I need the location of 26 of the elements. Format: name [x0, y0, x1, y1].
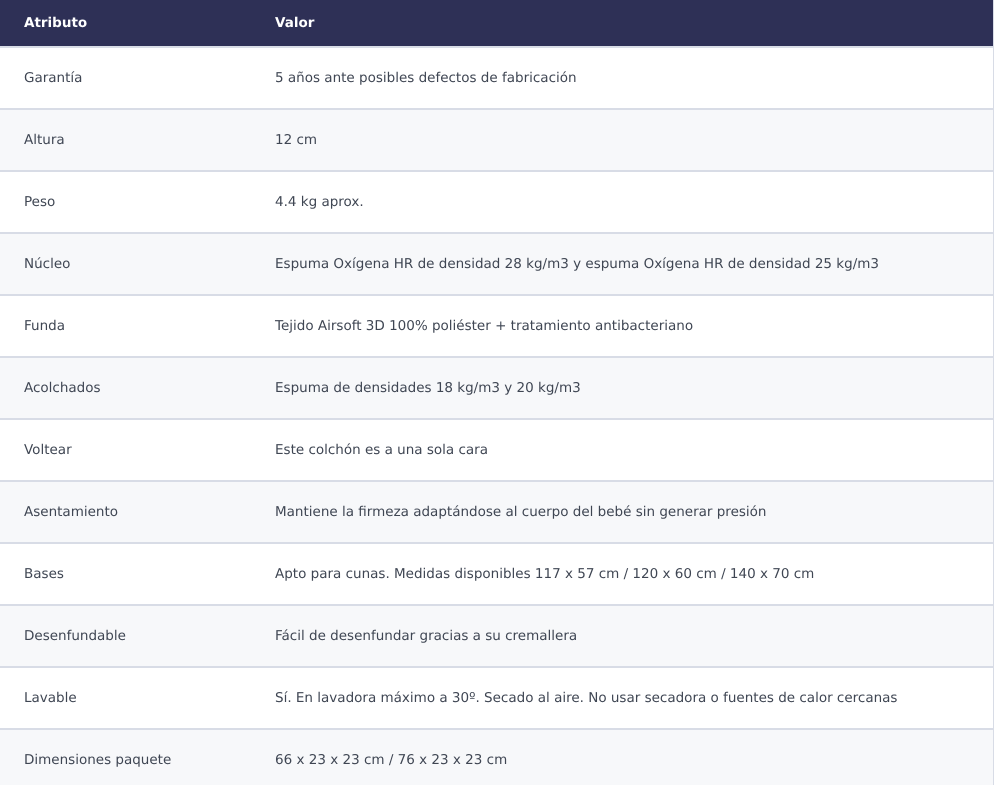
value-cell-text: 5 años ante posibles defectos de fabricación [274, 70, 578, 86]
value-cell-text: 12 cm [274, 132, 318, 148]
attribute-cell-text: Voltear [23, 442, 73, 458]
value-cell-text: Tejido Airsoft 3D 100% poliéster + tratamiento antibacteriano [274, 318, 694, 334]
value-cell-text: 4.4 kg aprox. [274, 194, 365, 210]
attribute-cell-text: Núcleo [23, 256, 72, 272]
column-header: Atributo [23, 15, 88, 31]
attribute-cell-text: Peso [23, 194, 56, 210]
value-cell-text: Espuma Oxígena HR de densidad 28 kg/m3 y espuma Oxígena HR de densidad 25 kg/m3 [274, 256, 880, 272]
attribute-cell-text: Dimensiones paquete [23, 752, 172, 768]
value-cell-text: Apto para cunas. Medidas disponibles 117 x 57 cm / 120 x 60 cm / 140 x 70 cm [274, 566, 816, 582]
value-cell-text: Espuma de densidades 18 kg/m3 y 20 kg/m3 [274, 380, 582, 396]
value-cell-text: Sí. En lavadora máximo a 30º. Secado al aire. No usar secadora o fuentes de calor cercanas [274, 690, 898, 706]
value-cell-text: Mantiene la firmeza adaptándose al cuerpo del bebé sin generar presión [274, 504, 768, 520]
column-header: Valor [274, 15, 316, 31]
attribute-cell-text: Garantía [23, 70, 84, 86]
attribute-cell-text: Asentamiento [23, 504, 120, 520]
attribute-cell-text: Acolchados [23, 380, 102, 396]
attribute-cell-text: Bases [23, 566, 65, 582]
attribute-cell-text: Lavable [23, 690, 78, 706]
value-cell-text: 66 x 23 x 23 cm / 76 x 23 x 23 cm [274, 752, 508, 768]
value-cell-text: Fácil de desenfundar gracias a su cremallera [274, 628, 578, 644]
attribute-cell-text: Desenfundable [23, 628, 127, 644]
value-cell-text: Este colchón es a una sola cara [274, 442, 489, 458]
attribute-cell-text: Altura [23, 132, 66, 148]
attribute-cell-text: Funda [23, 318, 66, 334]
